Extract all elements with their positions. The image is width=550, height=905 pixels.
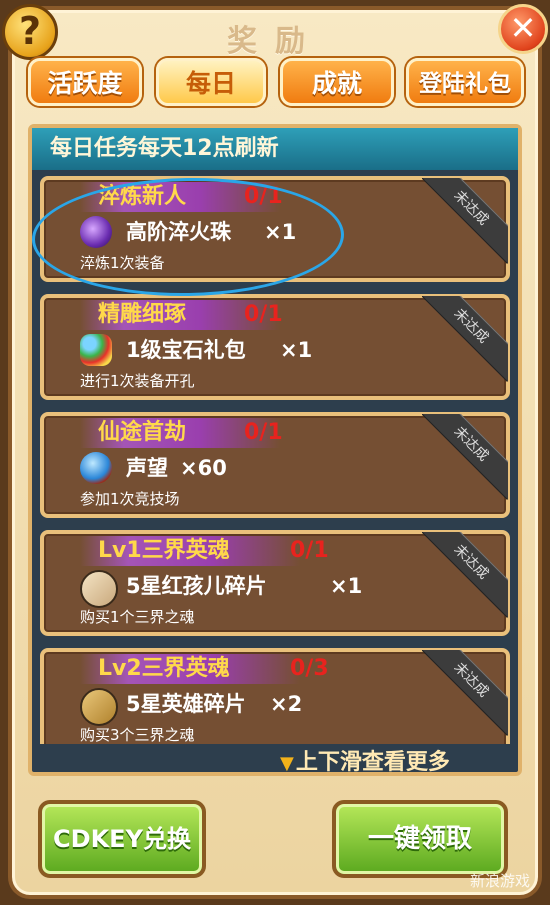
panel-header: 每日任务每天12点刷新 (32, 128, 518, 170)
triangle-down-icon: ▼ (280, 753, 294, 774)
reward-item-qty: ×2 (270, 692, 303, 716)
status-ribbon: 未达成 (422, 650, 508, 736)
close-icon: ✕ (509, 9, 537, 47)
quest-name: Lv1三界英魂 (80, 536, 300, 566)
reward-item-qty: ×1 (330, 574, 363, 598)
status-ribbon: 未达成 (422, 178, 508, 264)
reward-item-qty: ×60 (180, 456, 227, 480)
quest-card[interactable]: Lv2三界英魂 0/3 5星英雄碎片 ×2 购买3个三界之魂 未达成 (40, 648, 510, 744)
scroll-hint: ▼上下滑查看更多 (280, 750, 450, 775)
puzzle-shard-icon (80, 688, 118, 726)
quest-name: Lv2三界英魂 (80, 654, 300, 684)
tab-login-gift[interactable]: 登陆礼包 (406, 58, 524, 106)
quest-progress: 0/3 (290, 656, 329, 681)
close-button[interactable]: ✕ (498, 4, 548, 54)
window-title: 奖励 (227, 24, 323, 59)
status-ribbon: 未达成 (422, 532, 508, 618)
claim-all-button[interactable]: 一键领取 (332, 800, 508, 878)
quest-progress: 0/1 (244, 302, 283, 327)
reward-item-name: 声望 (126, 456, 168, 480)
cdkey-button[interactable]: CDKEY兑换 (38, 800, 206, 878)
hero-shard-icon (80, 570, 118, 608)
watermark: 新浪游戏 (469, 872, 530, 890)
question-icon: ? (18, 9, 42, 53)
reward-item-name: 1级宝石礼包 (126, 338, 246, 362)
quest-progress: 0/1 (244, 420, 283, 445)
tab-activity[interactable]: 活跃度 (28, 58, 142, 106)
reward-item-name: 5星英雄碎片 (126, 692, 246, 716)
reputation-orb-icon (80, 452, 112, 484)
quest-description: 进行1次装备开孔 (80, 372, 195, 390)
reward-item-qty: ×1 (280, 338, 313, 362)
tab-achievement[interactable]: 成就 (280, 58, 394, 106)
quest-card[interactable]: Lv1三界英魂 0/1 5星红孩儿碎片 ×1 购买1个三界之魂 未达成 (40, 530, 510, 636)
quest-card[interactable]: 仙途首劫 0/1 声望 ×60 参加1次竞技场 未达成 (40, 412, 510, 518)
tab-bar: 活跃度 每日 成就 登陆礼包 (28, 58, 526, 110)
quest-description: 参加1次竞技场 (80, 490, 180, 508)
quest-description: 购买3个三界之魂 (80, 726, 195, 744)
quest-progress: 0/1 (290, 538, 329, 563)
reward-item-name: 5星红孩儿碎片 (126, 574, 267, 598)
status-ribbon: 未达成 (422, 414, 508, 500)
help-button[interactable]: ? (2, 4, 58, 60)
tab-daily[interactable]: 每日 (156, 58, 266, 106)
status-ribbon: 未达成 (422, 296, 508, 382)
quest-card[interactable]: 精雕细琢 0/1 1级宝石礼包 ×1 进行1次装备开孔 未达成 (40, 294, 510, 400)
quest-description: 购买1个三界之魂 (80, 608, 195, 626)
gem-pack-icon (80, 334, 112, 366)
